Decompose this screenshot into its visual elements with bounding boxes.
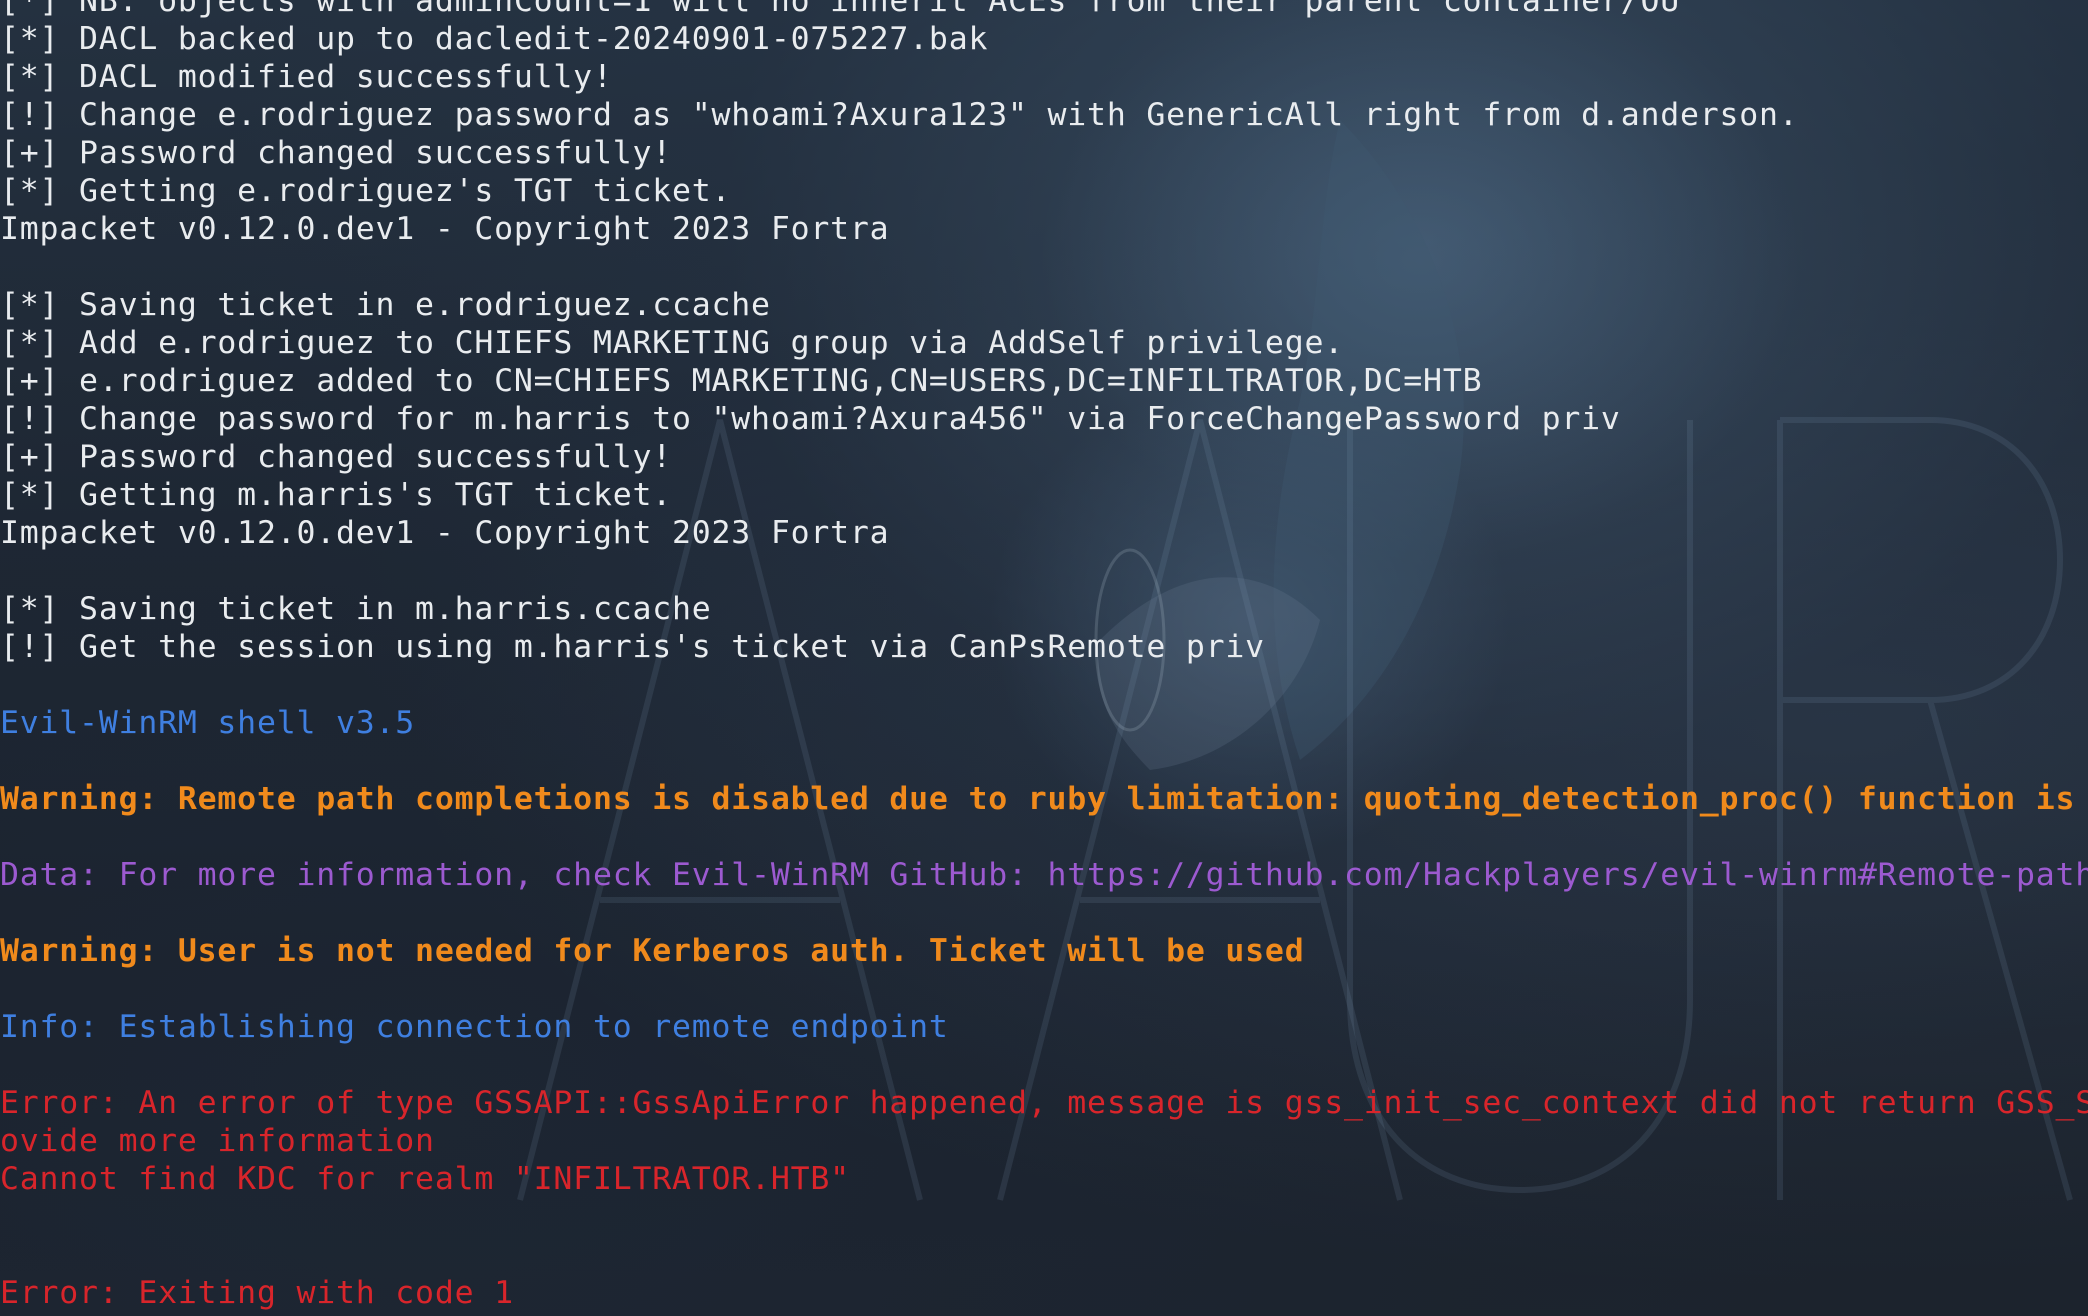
terminal-line: [*] Saving ticket in e.rodriguez.ccache [0,287,771,323]
terminal-line: [*] Getting m.harris's TGT ticket. [0,477,672,513]
terminal-window[interactable]: [*] NB: objects with adminCount=1 will n… [0,0,2088,1316]
terminal-line: Evil-WinRM shell v3.5 [0,705,416,741]
terminal-line: Cannot find KDC for realm "INFILTRATOR.H… [0,1161,850,1197]
terminal-line: [!] Get the session using m.harris's tic… [0,629,1265,665]
terminal-line: Error: Exiting with code 1 [0,1275,514,1311]
terminal-line: Info: Establishing connection to remote … [0,1009,949,1045]
terminal-line: Warning: User is not needed for Kerberos… [0,933,1305,969]
terminal-line: [+] e.rodriguez added to CN=CHIEFS MARKE… [0,363,1483,399]
terminal-line: [+] Password changed successfully! [0,135,672,171]
terminal-output[interactable]: [*] NB: objects with adminCount=1 will n… [0,0,2088,1312]
terminal-line: Error: An error of type GSSAPI::GssApiEr… [0,1085,2088,1121]
terminal-line: ovide more information [0,1123,435,1159]
terminal-line: [!] Change e.rodriguez password as "whoa… [0,97,1799,133]
terminal-line: [*] Getting e.rodriguez's TGT ticket. [0,173,732,209]
terminal-line: [*] Add e.rodriguez to CHIEFS MARKETING … [0,325,1344,361]
terminal-line: Impacket v0.12.0.dev1 - Copyright 2023 F… [0,515,890,551]
terminal-line: [+] Password changed successfully! [0,439,672,475]
terminal-line: [*] DACL modified successfully! [0,59,613,95]
terminal-line: [!] Change password for m.harris to "who… [0,401,1621,437]
terminal-line: Warning: Remote path completions is disa… [0,781,2088,817]
terminal-line: Data: For more information, check Evil-W… [0,857,2088,893]
terminal-line: [*] DACL backed up to dacledit-20240901-… [0,21,989,57]
terminal-line: [*] NB: objects with adminCount=1 will n… [0,0,1680,19]
terminal-line: Impacket v0.12.0.dev1 - Copyright 2023 F… [0,211,890,247]
terminal-line: [*] Saving ticket in m.harris.ccache [0,591,712,627]
